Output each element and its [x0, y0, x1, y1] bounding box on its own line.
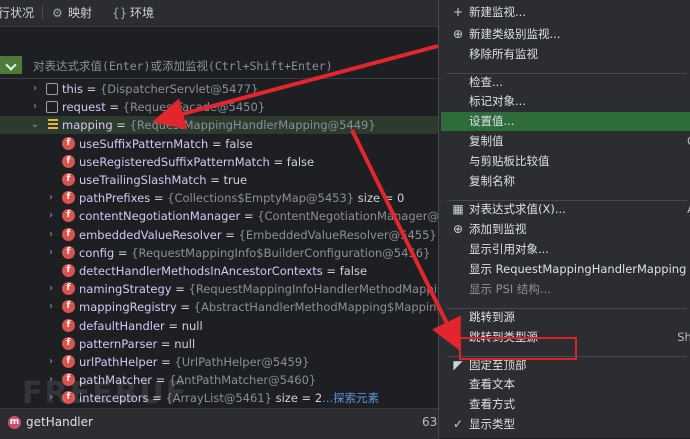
- arrow-to-mapping: [152, 44, 439, 130]
- annotation-arrows: [152, 44, 461, 352]
- arrow-to-jump-type-source: [350, 129, 461, 352]
